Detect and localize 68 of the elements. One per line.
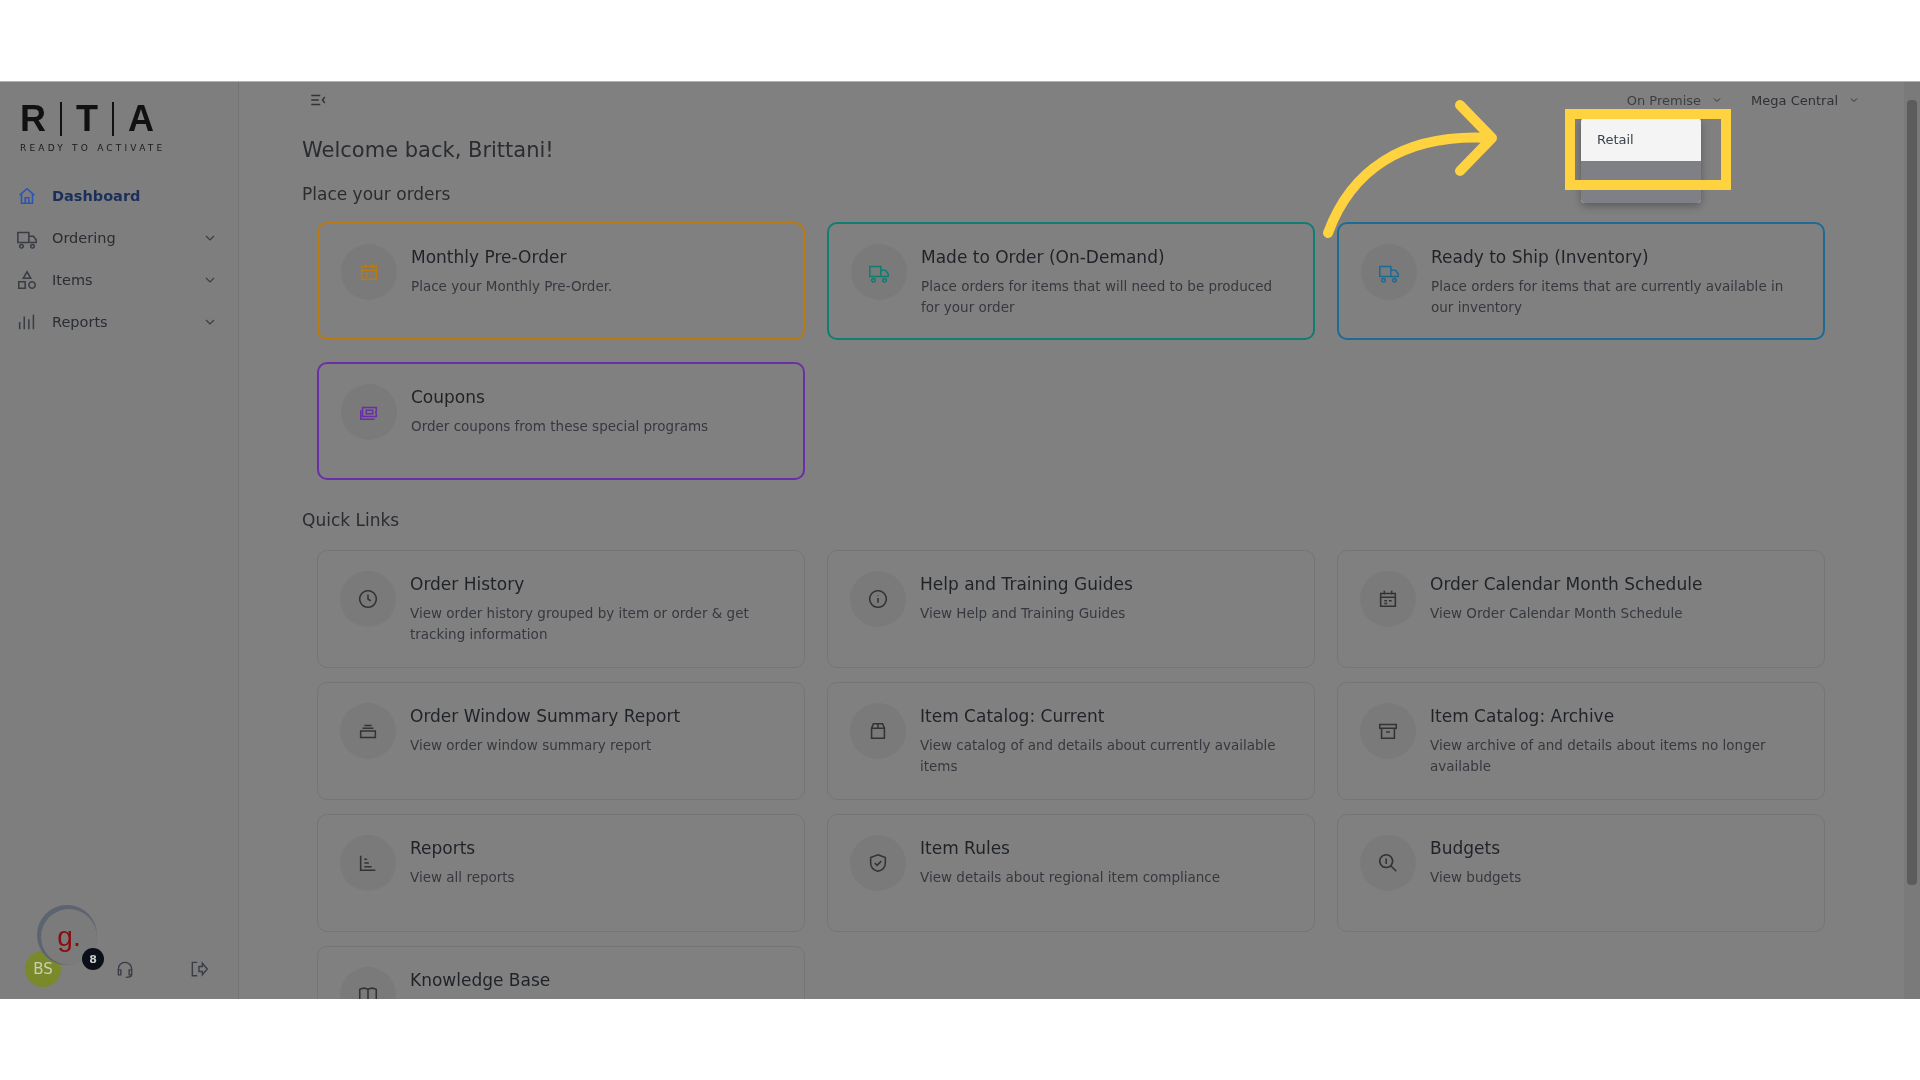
card-title: Ready to Ship (Inventory) <box>1431 247 1650 267</box>
logout-icon[interactable] <box>189 959 209 979</box>
card-title: Reports <box>410 838 477 858</box>
card-description: View order history grouped by item or order & get tracking information <box>410 604 750 644</box>
logo-divider <box>60 102 62 136</box>
card-title: Item Catalog: Current <box>920 706 1106 726</box>
quick-link-card[interactable]: Order Window Summary Report View order window summary report <box>317 682 805 800</box>
card-description: Place orders for items that will need to be produced for your order <box>921 277 1274 317</box>
search-icon <box>1377 852 1399 874</box>
shield-icon <box>867 852 889 874</box>
card-description: Place orders for items that are currently available in our inventory <box>1431 277 1785 317</box>
card-description: View catalog of and details about currently available items <box>920 736 1277 776</box>
logo-letter: R <box>20 101 46 137</box>
card-description: View Order Calendar Month Schedule <box>1430 604 1684 623</box>
card-description: View order window summary report <box>410 736 653 755</box>
card-description: View all reports <box>410 868 515 887</box>
quick-link-card[interactable]: Help and Training Guides View Help and Training Guides <box>827 550 1315 668</box>
logo-letter: T <box>76 101 98 137</box>
quick-link-card[interactable]: Item Catalog: Archive View archive of and details about items no longer available <box>1337 682 1825 800</box>
info-icon <box>867 588 889 610</box>
card-title: Knowledge Base <box>410 970 551 990</box>
sidebar-item[interactable]: Items <box>0 259 238 301</box>
card-description: Place your Monthly Pre-Order. <box>411 277 613 296</box>
card-description: View Help and Training Guides <box>920 604 1127 623</box>
sidebar-item[interactable]: Ordering <box>0 217 238 259</box>
clock-icon <box>357 588 379 610</box>
card-title: Item Rules <box>920 838 1011 858</box>
home-icon <box>16 185 38 207</box>
quick-link-card[interactable]: Item Rules View details about regional item compliance <box>827 814 1315 932</box>
headset-icon[interactable] <box>115 959 135 979</box>
scrollbar[interactable] <box>1904 82 1920 999</box>
card-title: Order History <box>410 574 526 594</box>
location-selector[interactable]: Mega Central <box>1751 92 1860 108</box>
quick-link-card[interactable]: Budgets View budgets <box>1337 814 1825 932</box>
card-title: Budgets <box>1430 838 1501 858</box>
quick-link-card[interactable]: Order History View order history grouped by item or order & get tracking information <box>317 550 805 668</box>
location-selector[interactable]: On Premise <box>1626 92 1724 108</box>
dropdown-option[interactable]: Retail <box>1581 118 1701 161</box>
sidebar-item[interactable]: Dashboard <box>0 175 238 217</box>
quick-link-card[interactable]: Order Calendar Month Schedule View Order Calendar Month Schedule <box>1337 550 1825 668</box>
notification-badge: 8 <box>82 948 104 970</box>
card-description: View budgets <box>1430 868 1522 887</box>
calendar-icon <box>1377 588 1399 610</box>
quick-link-card[interactable]: Item Catalog: Current View catalog of and details about currently available items <box>827 682 1315 800</box>
calendar-icon <box>358 261 380 283</box>
logo-divider <box>112 102 114 136</box>
logo-letter: A <box>128 101 154 137</box>
card-title: Coupons <box>411 387 486 407</box>
card-title: Order Window Summary Report <box>410 706 681 726</box>
welcome-heading: Welcome back, Brittani! <box>302 138 554 162</box>
card-title: Item Catalog: Archive <box>1430 706 1616 726</box>
card-title: Help and Training Guides <box>920 574 1133 594</box>
logo-tagline: READY TO ACTIVATE <box>20 143 167 153</box>
card-description: Order coupons from these special programs <box>411 417 709 436</box>
order-card[interactable]: Monthly Pre-Order Place your Monthly Pre-Order. <box>317 222 805 340</box>
order-card[interactable]: Made to Order (On-Demand) Place orders for items that will need to be produced for your order <box>827 222 1315 340</box>
card-title: Monthly Pre-Order <box>411 247 568 267</box>
sidebar-item[interactable]: Reports <box>0 301 238 343</box>
section-heading: Place your orders <box>302 184 451 204</box>
card-description: View archive of and details about items no longer available <box>1430 736 1767 776</box>
order-card[interactable]: Coupons Order coupons from these special programs <box>317 362 805 480</box>
section-heading: Quick Links <box>302 510 400 530</box>
shapes-icon <box>16 269 38 291</box>
card-title: Order Calendar Month Schedule <box>1430 574 1703 594</box>
card-title: Made to Order (On-Demand) <box>921 247 1166 267</box>
order-card[interactable]: Ready to Ship (Inventory) Place orders for items that are currently available in our inventory <box>1337 222 1825 340</box>
card-description: View details about regional item compliance <box>920 868 1221 887</box>
quick-link-card[interactable]: Reports View all reports <box>317 814 805 932</box>
